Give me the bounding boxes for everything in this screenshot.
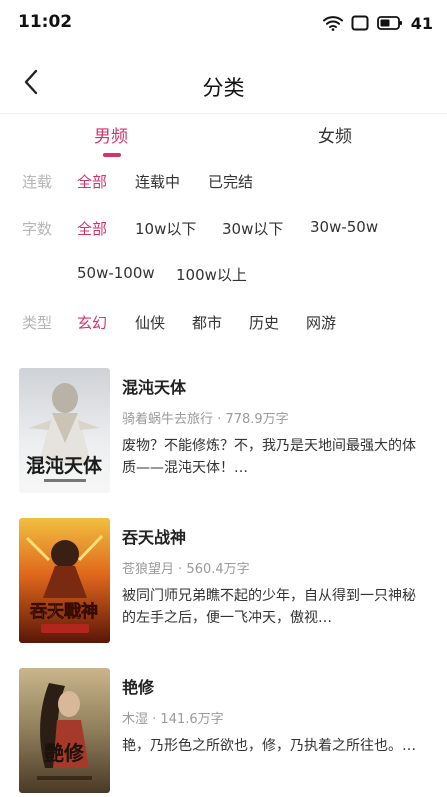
book-author: 骑着蜗牛去旅行 [122,412,214,427]
book-cover: 吞天戰神 [19,518,110,643]
filter-serial-all[interactable]: 全部 [77,171,107,192]
nav-divider [0,113,447,114]
filter-serial-finished[interactable]: 已完结 [208,171,253,192]
sim-icon [351,15,369,31]
nav-bar: 分类 [0,58,447,110]
filter-serial-ongoing[interactable]: 连载中 [135,171,180,192]
book-author: 木湿 [122,712,149,727]
battery-icon [376,15,403,31]
book-item[interactable]: 混沌天体 混沌天体 骑着蜗牛去旅行 · 778.9万字 废物？不能修炼？不，我乃… [0,368,447,504]
filter-words-all[interactable]: 全部 [77,218,107,239]
battery-level: 41 [410,13,433,33]
filter-label-serial: 连载 [22,173,53,191]
filter-label-genre: 类型 [22,314,53,332]
book-word-count: 141.6万字 [160,712,224,727]
tab-indicator [103,153,121,157]
tab-male[interactable]: 男频 [94,122,128,147]
book-title: 混沌天体 [122,378,187,397]
page-title: 分类 [202,76,245,100]
filter-words-over-100w[interactable]: 100w以上 [176,264,247,285]
filter-genre-online-game[interactable]: 网游 [306,312,336,333]
status-bar: 11:02 41 [0,0,447,48]
filter-words-50w-100w[interactable]: 50w-100w [77,264,155,282]
wifi-icon [322,15,343,31]
status-icons: 41 [322,13,433,33]
book-title: 吞天战神 [122,528,187,547]
book-title: 艳修 [122,678,155,697]
book-meta: 苍狼望月 · 560.4万字 [122,562,250,577]
filter-genre-xianxia[interactable]: 仙侠 [135,312,165,333]
filter-genre-xuanhuan[interactable]: 玄幻 [77,312,107,333]
book-item[interactable]: 吞天戰神 吞天战神 苍狼望月 · 560.4万字 被同门师兄弟瞧不起的少年，自从… [0,518,447,654]
cover-title-text: 混沌天体 [26,454,103,477]
book-word-count: 778.9万字 [225,412,289,427]
filter-genre-urban[interactable]: 都市 [192,312,222,333]
book-cover: 混沌天体 [19,368,110,493]
status-time: 11:02 [18,12,73,32]
book-meta: 骑着蜗牛去旅行 · 778.9万字 [122,412,289,427]
book-word-count: 560.4万字 [186,562,250,577]
book-cover: 艷修 [19,668,110,793]
filter-words-under-10w[interactable]: 10w以下 [135,218,196,239]
filter-label-words: 字数 [22,220,53,238]
tab-female[interactable]: 女频 [318,122,352,147]
book-item[interactable]: 艷修 艳修 木湿 · 141.6万字 艳，乃形色之所欲也，修，乃执着之所往也。… [0,668,447,797]
filter-words-30w-50w[interactable]: 30w-50w [310,218,378,236]
cover-title-text: 吞天戰神 [30,601,98,622]
book-description: 艳，乃形色之所欲也，修，乃执着之所往也。… [122,738,416,754]
filter-words-under-30w[interactable]: 30w以下 [222,218,283,239]
book-author: 苍狼望月 [122,562,175,577]
book-description: 被同门师兄弟瞧不起的少年，自从得到一只神秘的左手之后，便一飞冲天，傲视… [122,588,416,626]
book-description: 废物？不能修炼？不，我乃是天地间最强大的体质——混沌天体！… [122,438,416,476]
book-meta: 木湿 · 141.6万字 [122,712,224,727]
filter-genre-history[interactable]: 历史 [249,312,279,333]
cover-title-text: 艷修 [44,741,85,765]
